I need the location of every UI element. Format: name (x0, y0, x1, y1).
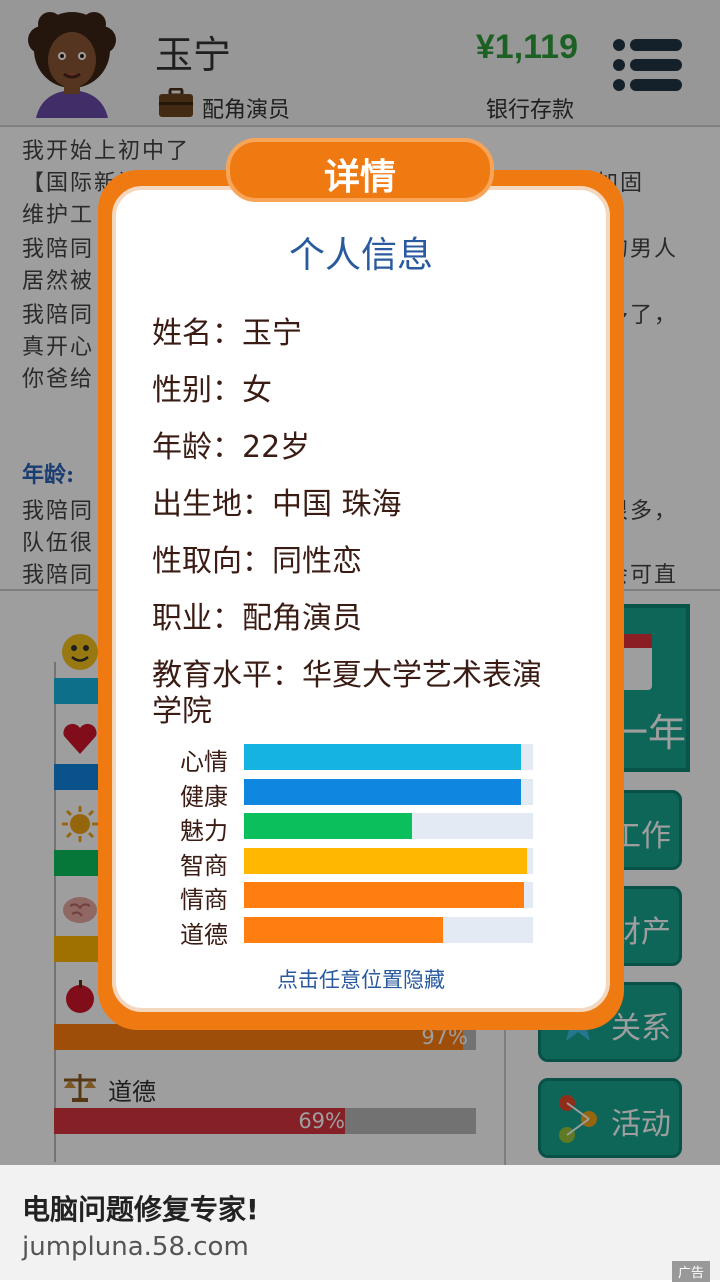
ad-url[interactable]: jumpluna.58.com (22, 1232, 249, 1262)
dialog-stat-bar-fill (244, 813, 412, 839)
info-name: 姓名：玉宁 (152, 316, 302, 351)
ad-title[interactable]: 电脑问题修复专家! (22, 1188, 259, 1228)
hide-hint: 点击任意位置隐藏 (277, 968, 445, 992)
dialog-stat-label: 智商 (180, 852, 228, 880)
dialog-stat-bar (244, 744, 533, 770)
dialog-stat-bar-fill (244, 848, 527, 874)
dialog-stat-bar-fill (244, 779, 521, 805)
dialog-stat-bar (244, 813, 533, 839)
dialog-stat-bar (244, 779, 533, 805)
dialog-stat-bar-fill (244, 744, 521, 770)
info-age: 年龄：22岁 (152, 430, 311, 465)
dialog-stat-label: 魅力 (180, 817, 228, 845)
dialog-stat-bar (244, 882, 533, 908)
dialog-stat-bar-fill (244, 917, 443, 943)
info-orientation: 性取向：同性恋 (152, 544, 362, 579)
dialog-stat-label: 情商 (180, 886, 228, 914)
dialog-stat-label: 健康 (180, 783, 228, 811)
ad-badge: 广告 (672, 1261, 711, 1282)
dialog-tab-label: 详情 (323, 157, 396, 198)
dialog-stat-bar-fill (244, 882, 524, 908)
dialog-stat-bar (244, 848, 533, 874)
dialog-stat-label: 心情 (180, 748, 228, 776)
info-birthplace: 出生地：中国 珠海 (152, 487, 402, 522)
dialog-stat-bar (244, 917, 533, 943)
info-gender: 性别：女 (152, 373, 272, 408)
info-occupation: 职业：配角演员 (152, 601, 362, 636)
dialog-title: 个人信息 (288, 235, 433, 276)
info-education-cont: 学院 (152, 694, 212, 729)
dialog-stat-label: 道德 (180, 921, 228, 949)
